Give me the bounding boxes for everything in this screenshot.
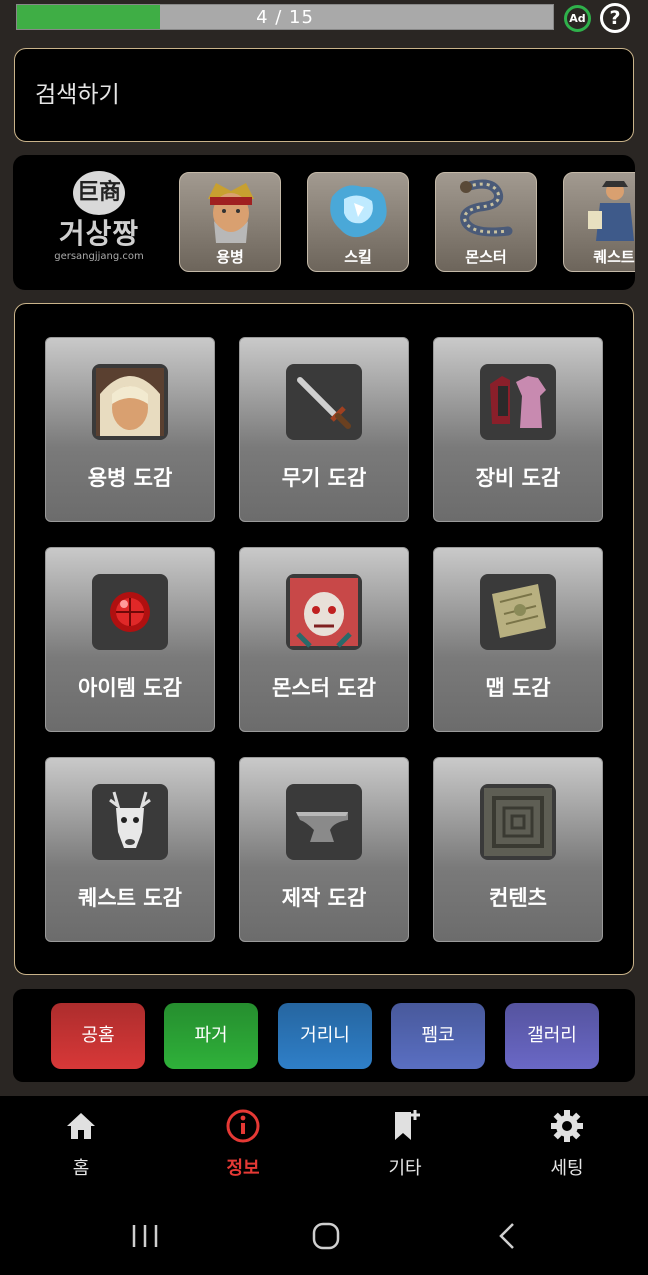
tile-equipment-dex[interactable]: 장비 도감: [433, 337, 603, 522]
map-scroll-icon: [480, 574, 556, 650]
category-mercenary[interactable]: 용병: [179, 172, 281, 272]
tile-label: 컨텐츠: [489, 886, 547, 910]
bottom-nav: 홈 정보 기타 세팅: [0, 1096, 648, 1196]
tile-label: 용병 도감: [87, 466, 173, 490]
system-nav-bar: [0, 1196, 648, 1275]
tile-label: 무기 도감: [281, 466, 367, 490]
info-icon: [226, 1109, 260, 1143]
nav-home[interactable]: 홈: [31, 1106, 131, 1186]
category-quest[interactable]: 퀘스트: [563, 172, 635, 272]
armor-icon: [480, 364, 556, 440]
bookmark-plus-icon: [395, 1110, 420, 1140]
tile-label: 제작 도감: [281, 886, 367, 910]
category-monster[interactable]: 몬스터: [435, 172, 537, 272]
category-skill[interactable]: 스킬: [307, 172, 409, 272]
top-bar: 4 / 15 Ad ?: [0, 0, 648, 36]
stone-tile-icon: [480, 784, 556, 860]
category-label: 용병: [216, 248, 244, 266]
serpent-monster-icon: [460, 179, 513, 237]
home-button-icon[interactable]: [306, 1216, 346, 1256]
category-label: 몬스터: [465, 248, 507, 266]
app-logo: 巨商 거상짱 gersangjjang.com: [45, 171, 153, 271]
nav-info[interactable]: 정보: [193, 1106, 293, 1186]
nav-label: 정보: [226, 1158, 260, 1179]
search-box[interactable]: [14, 48, 634, 142]
red-orb-icon: [92, 574, 168, 650]
encyclopedia-panel: 용병 도감 무기 도감 장비 도감 아이템 도감 몬스터 도감 맵 도감 퀘스트…: [14, 303, 634, 975]
nav-settings[interactable]: 세팅: [517, 1106, 617, 1186]
nav-label: 세팅: [550, 1158, 584, 1179]
mercenary-face-icon: [92, 364, 168, 440]
search-input[interactable]: [35, 77, 595, 113]
link-official-button[interactable]: 공홈: [51, 1003, 145, 1069]
help-icon[interactable]: ?: [600, 3, 630, 33]
nav-etc[interactable]: 기타: [355, 1106, 455, 1186]
external-links: 공홈 파거 거리니 펨코 갤러리: [13, 989, 635, 1082]
category-label: 스킬: [344, 248, 372, 266]
home-icon: [67, 1113, 95, 1139]
category-strip[interactable]: 巨商 거상짱 gersangjjang.com 용병 스킬 몬스터 퀘스트: [13, 155, 635, 290]
tile-quest-dex[interactable]: 퀘스트 도감: [45, 757, 215, 942]
nav-label: 기타: [388, 1158, 422, 1179]
gear-icon: [551, 1110, 583, 1142]
logo-seal: 巨商: [73, 171, 125, 215]
link-fmkorea-button[interactable]: 펨코: [391, 1003, 485, 1069]
link-gallery-button[interactable]: 갤러리: [505, 1003, 599, 1069]
nav-label: 홈: [72, 1158, 90, 1179]
tile-craft-dex[interactable]: 제작 도감: [239, 757, 409, 942]
tile-map-dex[interactable]: 맵 도감: [433, 547, 603, 732]
progress-bar: 4 / 15: [16, 4, 554, 30]
tile-label: 장비 도감: [475, 466, 561, 490]
logo-name: 거상짱: [58, 217, 140, 250]
skill-crystal-icon: [330, 185, 387, 238]
mercenary-portrait-icon: [208, 183, 254, 243]
link-georini-button[interactable]: 거리니: [278, 1003, 372, 1069]
logo-url: gersangjjang.com: [54, 251, 144, 262]
ad-icon[interactable]: Ad: [564, 5, 591, 32]
tile-item-dex[interactable]: 아이템 도감: [45, 547, 215, 732]
monster-face-icon: [286, 574, 362, 650]
tile-contents[interactable]: 컨텐츠: [433, 757, 603, 942]
recent-apps-icon[interactable]: [125, 1216, 165, 1256]
tile-monster-dex[interactable]: 몬스터 도감: [239, 547, 409, 732]
tile-label: 퀘스트 도감: [78, 886, 182, 910]
quest-npc-icon: [588, 181, 634, 241]
tile-label: 맵 도감: [485, 676, 551, 700]
back-icon[interactable]: [488, 1216, 528, 1256]
anvil-icon: [286, 784, 362, 860]
deer-head-icon: [92, 784, 168, 860]
tile-mercenary-dex[interactable]: 용병 도감: [45, 337, 215, 522]
tile-label: 아이템 도감: [78, 676, 182, 700]
tile-weapon-dex[interactable]: 무기 도감: [239, 337, 409, 522]
sword-icon: [286, 364, 362, 440]
progress-text: 4 / 15: [256, 7, 314, 28]
category-label: 퀘스트: [593, 248, 635, 266]
tile-label: 몬스터 도감: [272, 676, 376, 700]
link-pager-button[interactable]: 파거: [164, 1003, 258, 1069]
